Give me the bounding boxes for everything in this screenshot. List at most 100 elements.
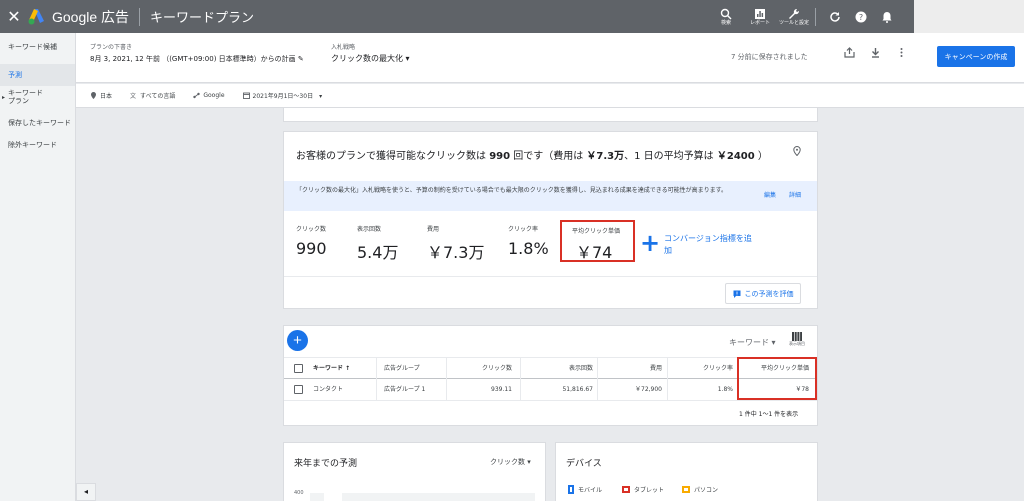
y-axis-tick: 400: [294, 490, 304, 496]
date-range-label: 2021年9月1日〜30日 ▾: [252, 93, 323, 100]
bid-strategy-label: 入札戦略: [331, 44, 356, 51]
card-divider: [284, 276, 817, 277]
sidebar: キーワード候補 予測 ▸ キーワードプラン 保存したキーワード 除外キーワード: [0, 33, 76, 501]
close-icon[interactable]: ✕: [2, 7, 26, 26]
forecast-headline: お客様のプランで獲得可能なクリック数は 990 回です（費用は ￥7.3万、1 …: [296, 147, 768, 162]
metric-label: クリック数: [296, 226, 327, 233]
filter-bar: 日本 文 すべての言語 Google 2021年9月1日〜30日 ▾: [76, 84, 1024, 108]
info-button[interactable]: [792, 145, 802, 159]
feedback-icon: [733, 290, 740, 298]
sidebar-item-saved-keywords[interactable]: 保存したキーワード: [0, 112, 75, 134]
columns-button[interactable]: 表示項目: [789, 332, 805, 347]
tools-divider: [815, 7, 816, 26]
metric-value: 5.4万: [357, 243, 399, 262]
location-filter[interactable]: 日本: [90, 91, 112, 100]
tools-settings-label: ツールと設定: [779, 19, 810, 26]
date-range-filter[interactable]: 2021年9月1日〜30日 ▾: [242, 91, 323, 100]
create-campaign-button[interactable]: キャンペーンの作成: [937, 46, 1015, 67]
header-ctr[interactable]: クリック率: [667, 358, 733, 380]
report-tool-button[interactable]: レポート: [745, 8, 775, 26]
rate-forecast-label: この予測を評価: [744, 289, 794, 298]
notifications-button[interactable]: [874, 11, 900, 23]
notice-details-link[interactable]: 詳細: [789, 190, 801, 199]
chart-area: [310, 493, 535, 501]
add-icon[interactable]: +: [640, 231, 660, 255]
collapse-arrow-icon: ◂: [83, 487, 88, 496]
notice-edit-link[interactable]: 編集: [764, 190, 776, 199]
add-keyword-button[interactable]: +: [287, 330, 308, 351]
plan-label: プランの下書き: [90, 44, 133, 51]
metric-value: 990: [296, 239, 327, 258]
language-filter[interactable]: 文 すべての言語: [130, 91, 175, 100]
plan-name-editable[interactable]: 8月 3, 2021, 12 午前 （(GMT+09:00) 日本標準時）からの…: [90, 54, 304, 64]
share-button[interactable]: [836, 47, 862, 61]
column-divider: [376, 379, 377, 401]
legend-label: モバイル: [578, 487, 603, 494]
bid-strategy-select[interactable]: クリック数の最大化 ▾: [331, 53, 410, 64]
metric-ctr: クリック率 1.8%: [508, 224, 549, 258]
plan-header: プランの下書き 8月 3, 2021, 12 午前 （(GMT+09:00) 日…: [76, 33, 1024, 83]
metric-value: 1.8%: [508, 239, 549, 258]
row-checkbox[interactable]: [294, 385, 303, 394]
metric-label: 平均クリック単価: [572, 228, 621, 235]
sidebar-item-label: キーワードプラン: [8, 89, 43, 105]
metric-impressions: 表示回数 5.4万: [357, 224, 398, 263]
header-keyword[interactable]: キーワード ↑: [313, 358, 350, 380]
metric-label: クリック率: [508, 226, 539, 233]
legend-tablet[interactable]: タブレット: [622, 485, 664, 494]
select-all-checkbox[interactable]: [294, 364, 303, 373]
sidebar-item-keyword-ideas[interactable]: キーワード候補: [0, 36, 75, 58]
collapse-sidebar-button[interactable]: ◂: [76, 483, 96, 501]
bid-strategy-notice: 「クリック数の最大化」入札戦略を使うと、予算の制約を受けている場合でも最大限のク…: [284, 181, 817, 211]
location-label: 日本: [100, 93, 113, 100]
bell-icon: [882, 11, 892, 23]
translate-icon: 文: [130, 92, 136, 99]
headline-clicks: 990: [489, 151, 511, 162]
cell-ctr: 1.8%: [717, 386, 733, 393]
help-icon: ?: [855, 11, 867, 22]
legend-desktop[interactable]: パソコン: [682, 485, 718, 494]
pagination-status: 1 件中 1〜1 件を表示: [739, 411, 799, 418]
search-tool-button[interactable]: 検索: [711, 8, 741, 26]
account-area[interactable]: [914, 0, 1024, 33]
cell-keyword[interactable]: コンタクト: [313, 379, 343, 401]
sidebar-item-forecast[interactable]: 予測: [0, 64, 75, 86]
cell-ad-group[interactable]: 広告グループ 1: [384, 379, 425, 401]
more-options-button[interactable]: [888, 47, 914, 61]
download-icon: [871, 48, 879, 58]
header-impressions[interactable]: 表示回数: [520, 358, 593, 380]
page-title: キーワードプラン: [150, 11, 255, 26]
refresh-button[interactable]: [822, 11, 848, 23]
mobile-swatch: [568, 485, 574, 494]
header-clicks[interactable]: クリック数: [446, 358, 512, 380]
tools-settings-button[interactable]: ツールと設定: [779, 8, 809, 26]
help-button[interactable]: ?: [848, 11, 874, 23]
cell-clicks: 939.11: [491, 386, 512, 393]
cell-cost: ￥72,900: [635, 386, 662, 393]
legend-mobile[interactable]: モバイル: [568, 485, 602, 494]
report-icon: [755, 8, 765, 19]
annual-forecast-card: 来年までの予測 クリック数 ▾ 400: [283, 442, 546, 501]
forecast-summary-card: お客様のプランで獲得可能なクリック数は 990 回です（費用は ￥7.3万、1 …: [283, 131, 818, 309]
sidebar-item-negative-keywords[interactable]: 除外キーワード: [0, 134, 75, 156]
notice-text: 「クリック数の最大化」入札戦略を使うと、予算の制約を受けている場合でも最大限のク…: [296, 187, 728, 194]
desktop-swatch: [682, 486, 690, 493]
column-divider: [376, 358, 377, 380]
search-tool-label: 検索: [720, 19, 731, 26]
rate-forecast-button[interactable]: この予測を評価: [725, 283, 801, 304]
header-cost[interactable]: 費用: [597, 358, 662, 380]
tablet-swatch: [622, 486, 630, 493]
headline-text: ）: [754, 151, 768, 162]
network-label: Google: [203, 92, 225, 99]
network-filter[interactable]: Google: [193, 92, 225, 99]
sidebar-item-keyword-plan[interactable]: ▸ キーワードプラン: [0, 86, 75, 112]
top-bar: ✕ Google 広告 キーワードプラン 検索 レポート ツールと設定 ?: [0, 0, 1024, 33]
headline-cost: ￥7.3万: [586, 151, 625, 162]
header-ad-group[interactable]: 広告グループ: [384, 358, 420, 380]
refresh-icon: [830, 11, 840, 22]
download-button[interactable]: [862, 47, 888, 61]
add-conversion-metric-link[interactable]: コンバージョン指標を追加: [664, 233, 754, 257]
annual-metric-select[interactable]: クリック数 ▾: [490, 457, 531, 467]
keyword-view-select[interactable]: キーワード ▾: [729, 337, 776, 348]
network-icon: [193, 92, 201, 99]
